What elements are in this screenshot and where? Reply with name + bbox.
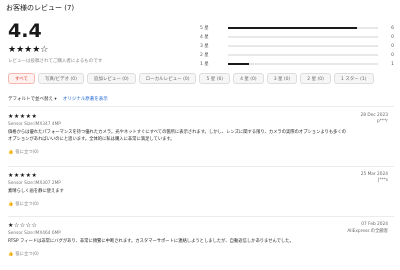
rating-bar bbox=[228, 36, 378, 38]
rating-label: 3 星 bbox=[200, 44, 209, 49]
sort-dropdown[interactable]: デフォルトで並べ替え ▾ bbox=[8, 96, 57, 102]
show-original-link[interactable]: オリジナル原著を表示 bbox=[63, 96, 108, 102]
thumbs-up-icon: 👍 bbox=[8, 149, 14, 155]
rating-count: 0 bbox=[391, 43, 394, 49]
rating-label: 1 星 bbox=[200, 62, 209, 67]
filter-chip[interactable]: 3 星 (0) bbox=[266, 73, 298, 84]
average-stars: ★★★★☆ bbox=[8, 45, 49, 55]
rating-row: 5 星 6 bbox=[200, 24, 396, 32]
review-item: ★★★★★ 25 Mar 2024 J***s Sensor Size:IMX3… bbox=[8, 172, 394, 207]
review-text: RTSP フィードは非常にバグがあり、非常に頻繁に中断されます。カスタマーサポー… bbox=[8, 239, 294, 244]
thumbs-up-icon: 👍 bbox=[8, 201, 14, 207]
sort-bar: デフォルトで並べ替え ▾ オリジナル原著を表示 bbox=[8, 96, 108, 102]
helpful-button[interactable]: 👍 役に立つ(0) bbox=[8, 149, 394, 156]
rating-label: 4 星 bbox=[200, 35, 209, 40]
rating-row: 2 星 0 bbox=[200, 51, 396, 59]
rating-row: 4 星 0 bbox=[200, 33, 396, 41]
thumbs-up-icon: 👍 bbox=[8, 251, 14, 257]
rating-count: 1 bbox=[391, 61, 394, 67]
rating-bar bbox=[228, 54, 378, 56]
helpful-button[interactable]: 👍 役に立つ(0) bbox=[8, 251, 394, 258]
rating-row: 3 星 0 bbox=[200, 42, 396, 50]
rating-bar bbox=[228, 45, 378, 47]
rating-bar bbox=[228, 27, 378, 29]
review-item: ★★★★★ 28 Dec 2023 p***r Sensor Size:IMX3… bbox=[8, 113, 394, 155]
average-score: 4.4 bbox=[8, 20, 42, 42]
rating-count: 0 bbox=[391, 34, 394, 40]
reviews-title: お客様のレビュー (7) bbox=[6, 4, 75, 12]
filter-chip[interactable]: 4 星 (0) bbox=[233, 73, 264, 84]
rating-row: 1 星 1 bbox=[200, 60, 396, 68]
filter-chip[interactable]: 写真/ビデオ (0) bbox=[38, 73, 84, 84]
review-stars: ★★★★★ bbox=[8, 113, 38, 120]
helpful-label: 役に立つ(0) bbox=[15, 202, 39, 207]
rating-count: 0 bbox=[391, 52, 394, 58]
divider bbox=[8, 106, 394, 107]
review-date: 07 Feb 2024 bbox=[361, 222, 388, 227]
review-sku: Sensor Size:IMX347 4MP bbox=[8, 122, 61, 127]
review-author: J***s bbox=[378, 178, 388, 183]
rating-label: 2 星 bbox=[200, 53, 209, 58]
filter-chip[interactable]: 追加レビュー (0) bbox=[86, 73, 136, 84]
review-stars: ★★★★★ bbox=[8, 172, 38, 179]
helpful-label: 役に立つ(0) bbox=[15, 252, 39, 257]
rating-count: 6 bbox=[391, 25, 394, 31]
review-date: 28 Dec 2023 bbox=[360, 113, 388, 118]
filter-chip[interactable]: 2 星 (0) bbox=[300, 73, 331, 84]
rating-label: 5 星 bbox=[200, 26, 209, 31]
review-text: 素晴らしく画を静に使えます bbox=[8, 189, 64, 194]
filter-chip[interactable]: すべて bbox=[8, 73, 36, 84]
review-text: 価格からは優れたパフォーマンスを持つ優れたカメラ。光やネットすぐにすべての箇所に… bbox=[8, 130, 347, 142]
review-item: ★☆☆☆☆ 07 Feb 2024 AliExpress の全顧客 Sensor… bbox=[8, 222, 394, 257]
reviews-note: レビューは投稿されてご購入者によるものです bbox=[8, 59, 103, 64]
review-date: 25 Mar 2024 bbox=[360, 172, 388, 177]
filter-chips: すべて 写真/ビデオ (0) 追加レビュー (0) ローカルレビュー (0) 5 星 (… bbox=[8, 73, 374, 84]
divider bbox=[8, 166, 394, 167]
review-author: p***r bbox=[377, 119, 388, 124]
review-sku: Sensor Size:IMX464 6MP bbox=[8, 231, 61, 236]
filter-chip[interactable]: 5 星 (6) bbox=[199, 73, 231, 84]
rating-bar-fill bbox=[228, 27, 357, 29]
review-sku: Sensor Size:IMX307 2MP bbox=[8, 181, 61, 186]
filter-chip[interactable]: 1 スター (1) bbox=[333, 73, 374, 84]
divider bbox=[8, 216, 394, 217]
rating-bar-fill bbox=[228, 63, 249, 65]
filter-chip[interactable]: ローカルレビュー (0) bbox=[138, 73, 197, 84]
review-stars: ★☆☆☆☆ bbox=[8, 222, 38, 229]
helpful-label: 役に立つ(0) bbox=[15, 150, 39, 155]
review-author: AliExpress の全顧客 bbox=[347, 229, 388, 234]
rating-bar bbox=[228, 63, 378, 65]
helpful-button[interactable]: 👍 役に立つ(0) bbox=[8, 201, 394, 208]
